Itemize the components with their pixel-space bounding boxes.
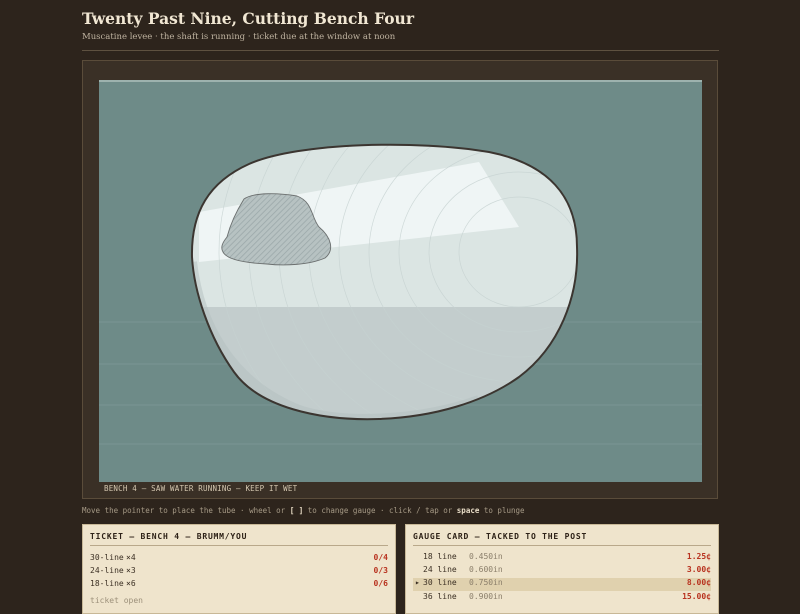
- ticket-qty: ×4: [126, 553, 136, 562]
- page-title: Twenty Past Nine, Cutting Bench Four: [82, 9, 414, 28]
- gauge-price: 8.00¢: [686, 578, 711, 587]
- ticket-row: 18-line ×6 0/6: [90, 579, 388, 592]
- gauge-card-title: GAUGE CARD — TACKED TO THE POST: [413, 532, 711, 546]
- help-text-part: Move the pointer to place the tube · whe…: [82, 506, 290, 515]
- gauge-size: 0.450in: [469, 552, 503, 561]
- ticket-progress: 0/3: [373, 566, 388, 575]
- gauge-price: 3.00¢: [686, 565, 711, 574]
- help-text-part: to change gauge · click / tap or: [303, 506, 457, 515]
- gauge-price: 1.25¢: [686, 552, 711, 561]
- ticket-qty: ×6: [126, 579, 136, 588]
- ticket-footer: ticket open: [90, 596, 388, 609]
- gauge-line: 18 line: [423, 552, 457, 561]
- ticket-title: TICKET — BENCH 4 — BRUMM/YOU: [90, 532, 388, 546]
- gauge-row-30[interactable]: ▸ 30 line 0.750in 8.00¢: [413, 578, 711, 591]
- gauge-line: 30 line: [423, 578, 457, 587]
- header-rule: [82, 50, 719, 51]
- help-text-part: to plunge: [479, 506, 525, 515]
- ticket-gauge: 18-line: [90, 579, 124, 588]
- bench-canvas[interactable]: [99, 80, 702, 482]
- gauge-size: 0.750in: [469, 578, 503, 587]
- help-text: Move the pointer to place the tube · whe…: [82, 506, 525, 515]
- gauge-size: 0.600in: [469, 565, 503, 574]
- plunge-key-hint: space: [456, 506, 480, 515]
- ticket-progress: 0/4: [373, 553, 388, 562]
- ticket-qty: ×3: [126, 566, 136, 575]
- ticket-row: 24-line ×3 0/3: [90, 566, 388, 579]
- ticket-progress: 0/6: [373, 579, 388, 588]
- ticket-gauge: 30-line: [90, 553, 124, 562]
- gauge-row-18[interactable]: 18 line 0.450in 1.25¢: [413, 552, 711, 565]
- mussel-shell[interactable]: [179, 82, 702, 482]
- page-subtitle: Muscatine levee · the shaft is running ·…: [82, 32, 396, 42]
- shell-scene[interactable]: [99, 82, 702, 482]
- ticket-status: ticket open: [90, 596, 143, 605]
- gauge-line: 24 line: [423, 565, 457, 574]
- gauge-key-hint: [ ]: [289, 506, 304, 515]
- ticket-row: 30-line ×4 0/4: [90, 553, 388, 566]
- gauge-row-36[interactable]: 36 line 0.900in 15.00¢: [413, 592, 711, 605]
- bench-caption: BENCH 4 — SAW WATER RUNNING — KEEP IT WE…: [104, 484, 298, 493]
- ticket-gauge: 24-line: [90, 566, 124, 575]
- gauge-row-24[interactable]: 24 line 0.600in 3.00¢: [413, 565, 711, 578]
- ticket-card: TICKET — BENCH 4 — BRUMM/YOU 30-line ×4 …: [82, 524, 396, 614]
- gauge-card: GAUGE CARD — TACKED TO THE POST 18 line …: [405, 524, 719, 614]
